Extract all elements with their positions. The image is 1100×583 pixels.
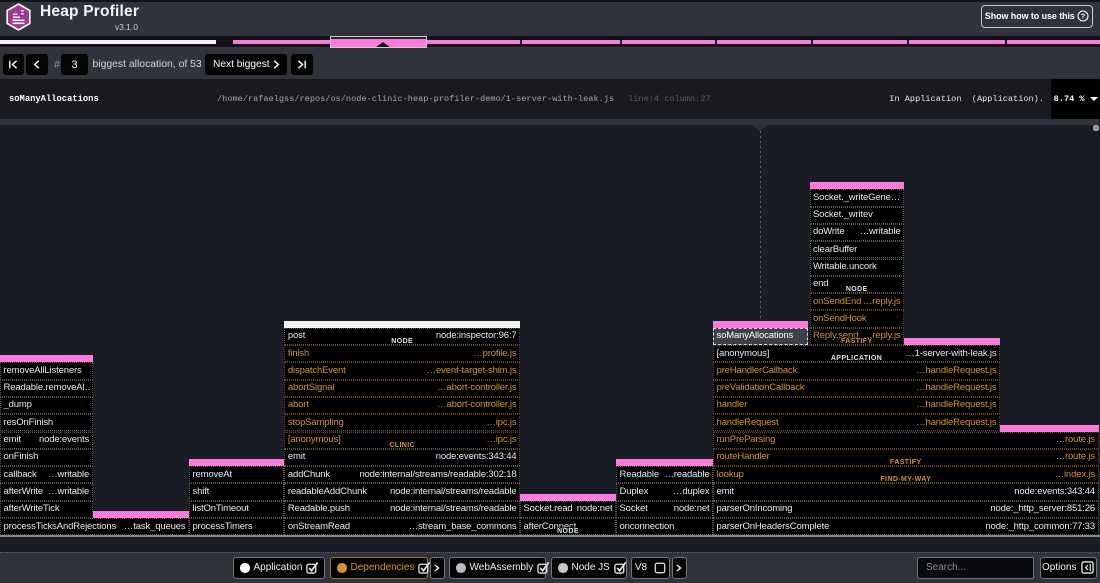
svg-text:?: ? bbox=[1081, 12, 1086, 21]
